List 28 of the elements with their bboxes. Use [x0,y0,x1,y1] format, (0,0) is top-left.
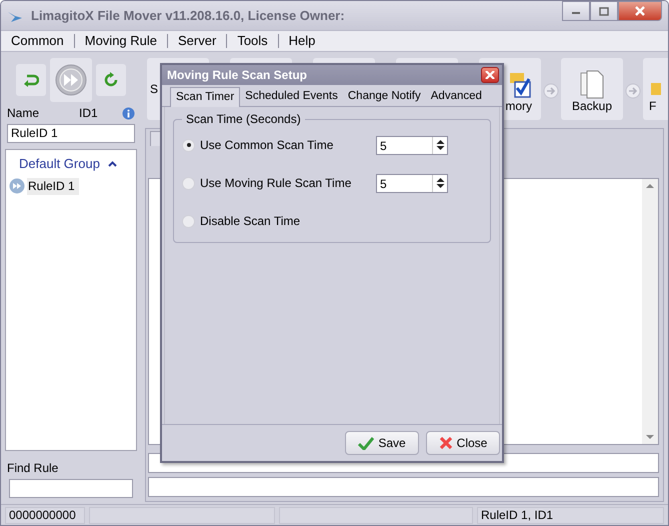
menu-item[interactable]: Common [5,34,74,48]
name-label: Name [7,106,40,120]
status-text: RuleID 1, ID1 [477,506,664,524]
menu-item[interactable]: Moving Rule [74,34,168,48]
id-label: ID1 [79,106,99,120]
name-field[interactable]: RuleID 1 [7,124,135,143]
radio-label[interactable]: Disable Scan Time [200,214,376,228]
find-rule-label: Find Rule [7,461,60,475]
menu-item[interactable]: Help [278,34,326,48]
window-title: LimagitoX File Mover v11.208.16.0, License Owner: [31,8,346,23]
tab[interactable]: Scheduled Events [240,87,343,106]
toolbar-button[interactable]: Backup [561,58,623,120]
toolbar-button[interactable]: F [643,58,668,120]
menu-item[interactable]: Tools [226,34,278,48]
close-button[interactable]: Close [426,431,500,455]
radio-label[interactable]: Use Moving Rule Scan Time [200,176,376,190]
tab[interactable]: Scan Timer [170,87,240,107]
group-header[interactable]: Default Group [19,156,100,171]
number-field[interactable]: 5 [376,174,448,192]
tab[interactable]: Change Notify [342,87,426,106]
save-button[interactable]: Save [345,431,419,455]
tree-item[interactable]: RuleID 1 [27,178,79,194]
status-text: 0000000000 [5,506,85,524]
number-field[interactable]: 5 [376,136,448,154]
menu-item[interactable]: Server [167,34,226,48]
radio-label[interactable]: Use Common Scan Time [200,138,376,152]
group-title: Scan Time (Seconds) [182,112,305,126]
dialog-title: Moving Rule Scan Setup [167,68,308,82]
